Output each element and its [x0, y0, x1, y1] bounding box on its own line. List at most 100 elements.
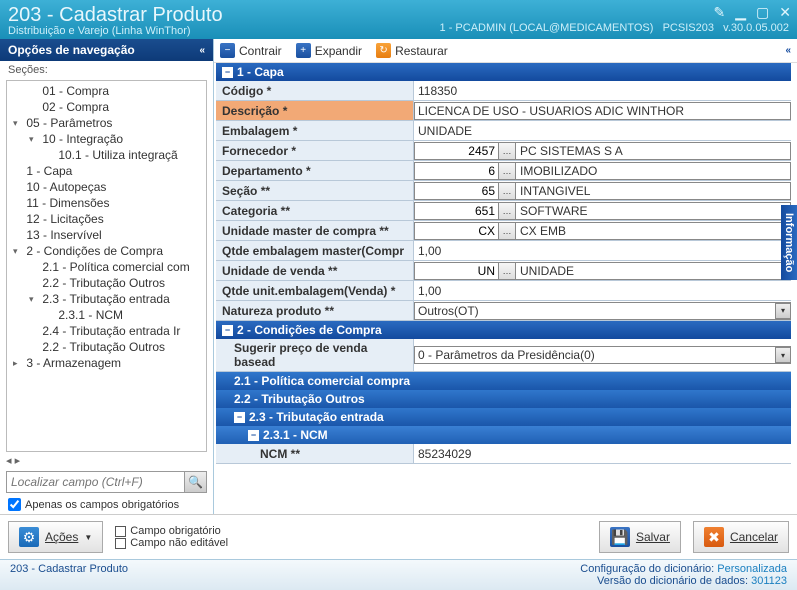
- restore-icon: ↻: [376, 43, 391, 58]
- sidebar-sections-label: Seções:: [0, 61, 213, 78]
- departamento-code-input[interactable]: [414, 162, 499, 180]
- unid-master-code-input[interactable]: [414, 222, 499, 240]
- lookup-button[interactable]: …: [498, 222, 516, 240]
- field-label: Unidade de venda **: [216, 261, 414, 280]
- expand-all-button[interactable]: + Expandir: [296, 43, 362, 58]
- sidebar: Opções de navegação « Seções: 01 - Compr…: [0, 39, 214, 514]
- lookup-button[interactable]: …: [498, 162, 516, 180]
- tree-item[interactable]: ▸ 3 - Armazenagem: [7, 355, 206, 371]
- lookup-button[interactable]: …: [498, 202, 516, 220]
- save-icon: 💾: [610, 527, 630, 547]
- field-label: Categoria **: [216, 201, 414, 220]
- restore-button[interactable]: ↻ Restaurar: [376, 43, 448, 58]
- toolbar: − Contrair + Expandir ↻ Restaurar «: [214, 39, 797, 63]
- section-1-header[interactable]: − 1 - Capa: [216, 63, 791, 81]
- collapse-icon: −: [222, 325, 233, 336]
- tree-item[interactable]: 11 - Dimensões: [7, 195, 206, 211]
- chevron-down-icon: ▾: [775, 303, 791, 319]
- tree-item[interactable]: ▾ 05 - Parâmetros: [7, 115, 206, 131]
- tree-item[interactable]: 10.1 - Utiliza integraçã: [7, 147, 206, 163]
- natureza-dropdown[interactable]: Outros(OT) ▾: [414, 302, 791, 320]
- tree-item[interactable]: 2.2 - Tributação Outros: [7, 339, 206, 355]
- collapse-panel-icon[interactable]: «: [785, 45, 791, 56]
- version-label: v.30.0.05.002: [723, 22, 789, 34]
- lookup-button[interactable]: …: [498, 142, 516, 160]
- collapse-sidebar-icon[interactable]: «: [199, 45, 205, 56]
- collapse-icon: −: [222, 67, 233, 78]
- save-button[interactable]: 💾 Salvar: [599, 521, 681, 553]
- section-22-header[interactable]: 2.2 - Tributação Outros: [216, 390, 791, 408]
- section-231-header[interactable]: − 2.3.1 - NCM: [216, 426, 791, 444]
- secao-code-input[interactable]: [414, 182, 499, 200]
- twisty-icon: ▾: [13, 246, 23, 257]
- search-button[interactable]: 🔍: [185, 471, 207, 493]
- field-label: Natureza produto **: [216, 301, 414, 320]
- tree-item[interactable]: 01 - Compra: [7, 83, 206, 99]
- lookup-button[interactable]: …: [498, 182, 516, 200]
- lookup-button[interactable]: …: [498, 262, 516, 280]
- section-21-header[interactable]: 2.1 - Política comercial compra: [216, 372, 791, 390]
- chevron-down-icon: ▾: [775, 347, 791, 363]
- tree-item[interactable]: 2.3.1 - NCM: [7, 307, 206, 323]
- info-side-tab[interactable]: Informação: [781, 205, 797, 280]
- nav-tree[interactable]: 01 - Compra 02 - Compra▾ 05 - Parâmetros…: [6, 80, 207, 452]
- minus-icon: −: [220, 43, 235, 58]
- tree-item[interactable]: 10 - Autopeças: [7, 179, 206, 195]
- field-label: Código *: [216, 81, 414, 100]
- tree-item[interactable]: 13 - Inservível: [7, 227, 206, 243]
- field-label: Descrição *: [216, 101, 414, 120]
- field-label: Unidade master de compra **: [216, 221, 414, 240]
- field-label: Seção **: [216, 181, 414, 200]
- close-icon[interactable]: ✕: [779, 4, 791, 21]
- section-23-header[interactable]: − 2.3 - Tributação entrada: [216, 408, 791, 426]
- field-label: Qtde embalagem master(Compr: [216, 241, 414, 260]
- section-2-header[interactable]: − 2 - Condições de Compra: [216, 321, 791, 339]
- actions-button[interactable]: ⚙ Ações ▼: [8, 521, 103, 553]
- ncm-value: 85234029: [414, 446, 475, 462]
- sugerir-dropdown[interactable]: 0 - Parâmetros da Presidência(0) ▾: [414, 346, 791, 364]
- unid-venda-code-input[interactable]: [414, 262, 499, 280]
- fornecedor-code-input[interactable]: [414, 142, 499, 160]
- search-input[interactable]: [6, 471, 185, 493]
- fornecedor-desc: PC SISTEMAS S A: [516, 142, 791, 160]
- tree-item[interactable]: 02 - Compra: [7, 99, 206, 115]
- qtde-unit-venda-value: 1,00: [414, 283, 445, 299]
- minimize-icon[interactable]: ▁: [735, 4, 746, 21]
- tree-item[interactable]: ▾ 2 - Condições de Compra: [7, 243, 206, 259]
- tree-item[interactable]: ▾ 2.3 - Tributação entrada: [7, 291, 206, 307]
- departamento-desc: IMOBILIZADO: [516, 162, 791, 180]
- only-required-checkbox[interactable]: [8, 498, 21, 511]
- categoria-code-input[interactable]: [414, 202, 499, 220]
- tree-item[interactable]: 2.2 - Tributação Outros: [7, 275, 206, 291]
- collapse-all-button[interactable]: − Contrair: [220, 43, 282, 58]
- status-left: 203 - Cadastrar Produto: [10, 563, 128, 587]
- only-required-label: Apenas os campos obrigatórios: [25, 499, 179, 511]
- tree-item[interactable]: 1 - Capa: [7, 163, 206, 179]
- program-label: PCSIS203: [663, 22, 714, 34]
- field-label: Fornecedor *: [216, 141, 414, 160]
- codigo-value: 118350: [414, 83, 461, 99]
- edit-icon[interactable]: ✎: [714, 4, 726, 21]
- tree-item[interactable]: 12 - Licitações: [7, 211, 206, 227]
- collapse-icon: −: [234, 412, 245, 423]
- status-bar: 203 - Cadastrar Produto Configuração do …: [0, 559, 797, 590]
- content-area: − Contrair + Expandir ↻ Restaurar « − 1 …: [214, 39, 797, 514]
- qtde-emb-master-value: 1,00: [414, 243, 445, 259]
- maximize-icon[interactable]: ▢: [756, 4, 769, 21]
- tree-item[interactable]: 2.1 - Política comercial com: [7, 259, 206, 275]
- twisty-icon: ▾: [29, 134, 39, 145]
- field-label: Qtde unit.embalagem(Venda) *: [216, 281, 414, 300]
- unid-master-desc: CX EMB: [516, 222, 791, 240]
- title-bar: 203 - Cadastrar Produto Distribuição e V…: [0, 0, 797, 39]
- cancel-icon: ✖: [704, 527, 724, 547]
- session-label: 1 - PCADMIN (LOCAL@MEDICAMENTOS): [440, 22, 654, 34]
- chevron-down-icon: ▼: [84, 533, 92, 542]
- tree-item[interactable]: ▾ 10 - Integração: [7, 131, 206, 147]
- secao-desc: INTANGIVEL: [516, 182, 791, 200]
- categoria-desc: SOFTWARE: [516, 202, 791, 220]
- sidebar-header: Opções de navegação «: [0, 39, 213, 61]
- unid-venda-desc: UNIDADE: [516, 262, 791, 280]
- cancel-button[interactable]: ✖ Cancelar: [693, 521, 789, 553]
- tree-item[interactable]: 2.4 - Tributação entrada Ir: [7, 323, 206, 339]
- descricao-input[interactable]: LICENCA DE USO - USUARIOS ADIC WINTHOR: [414, 102, 791, 120]
